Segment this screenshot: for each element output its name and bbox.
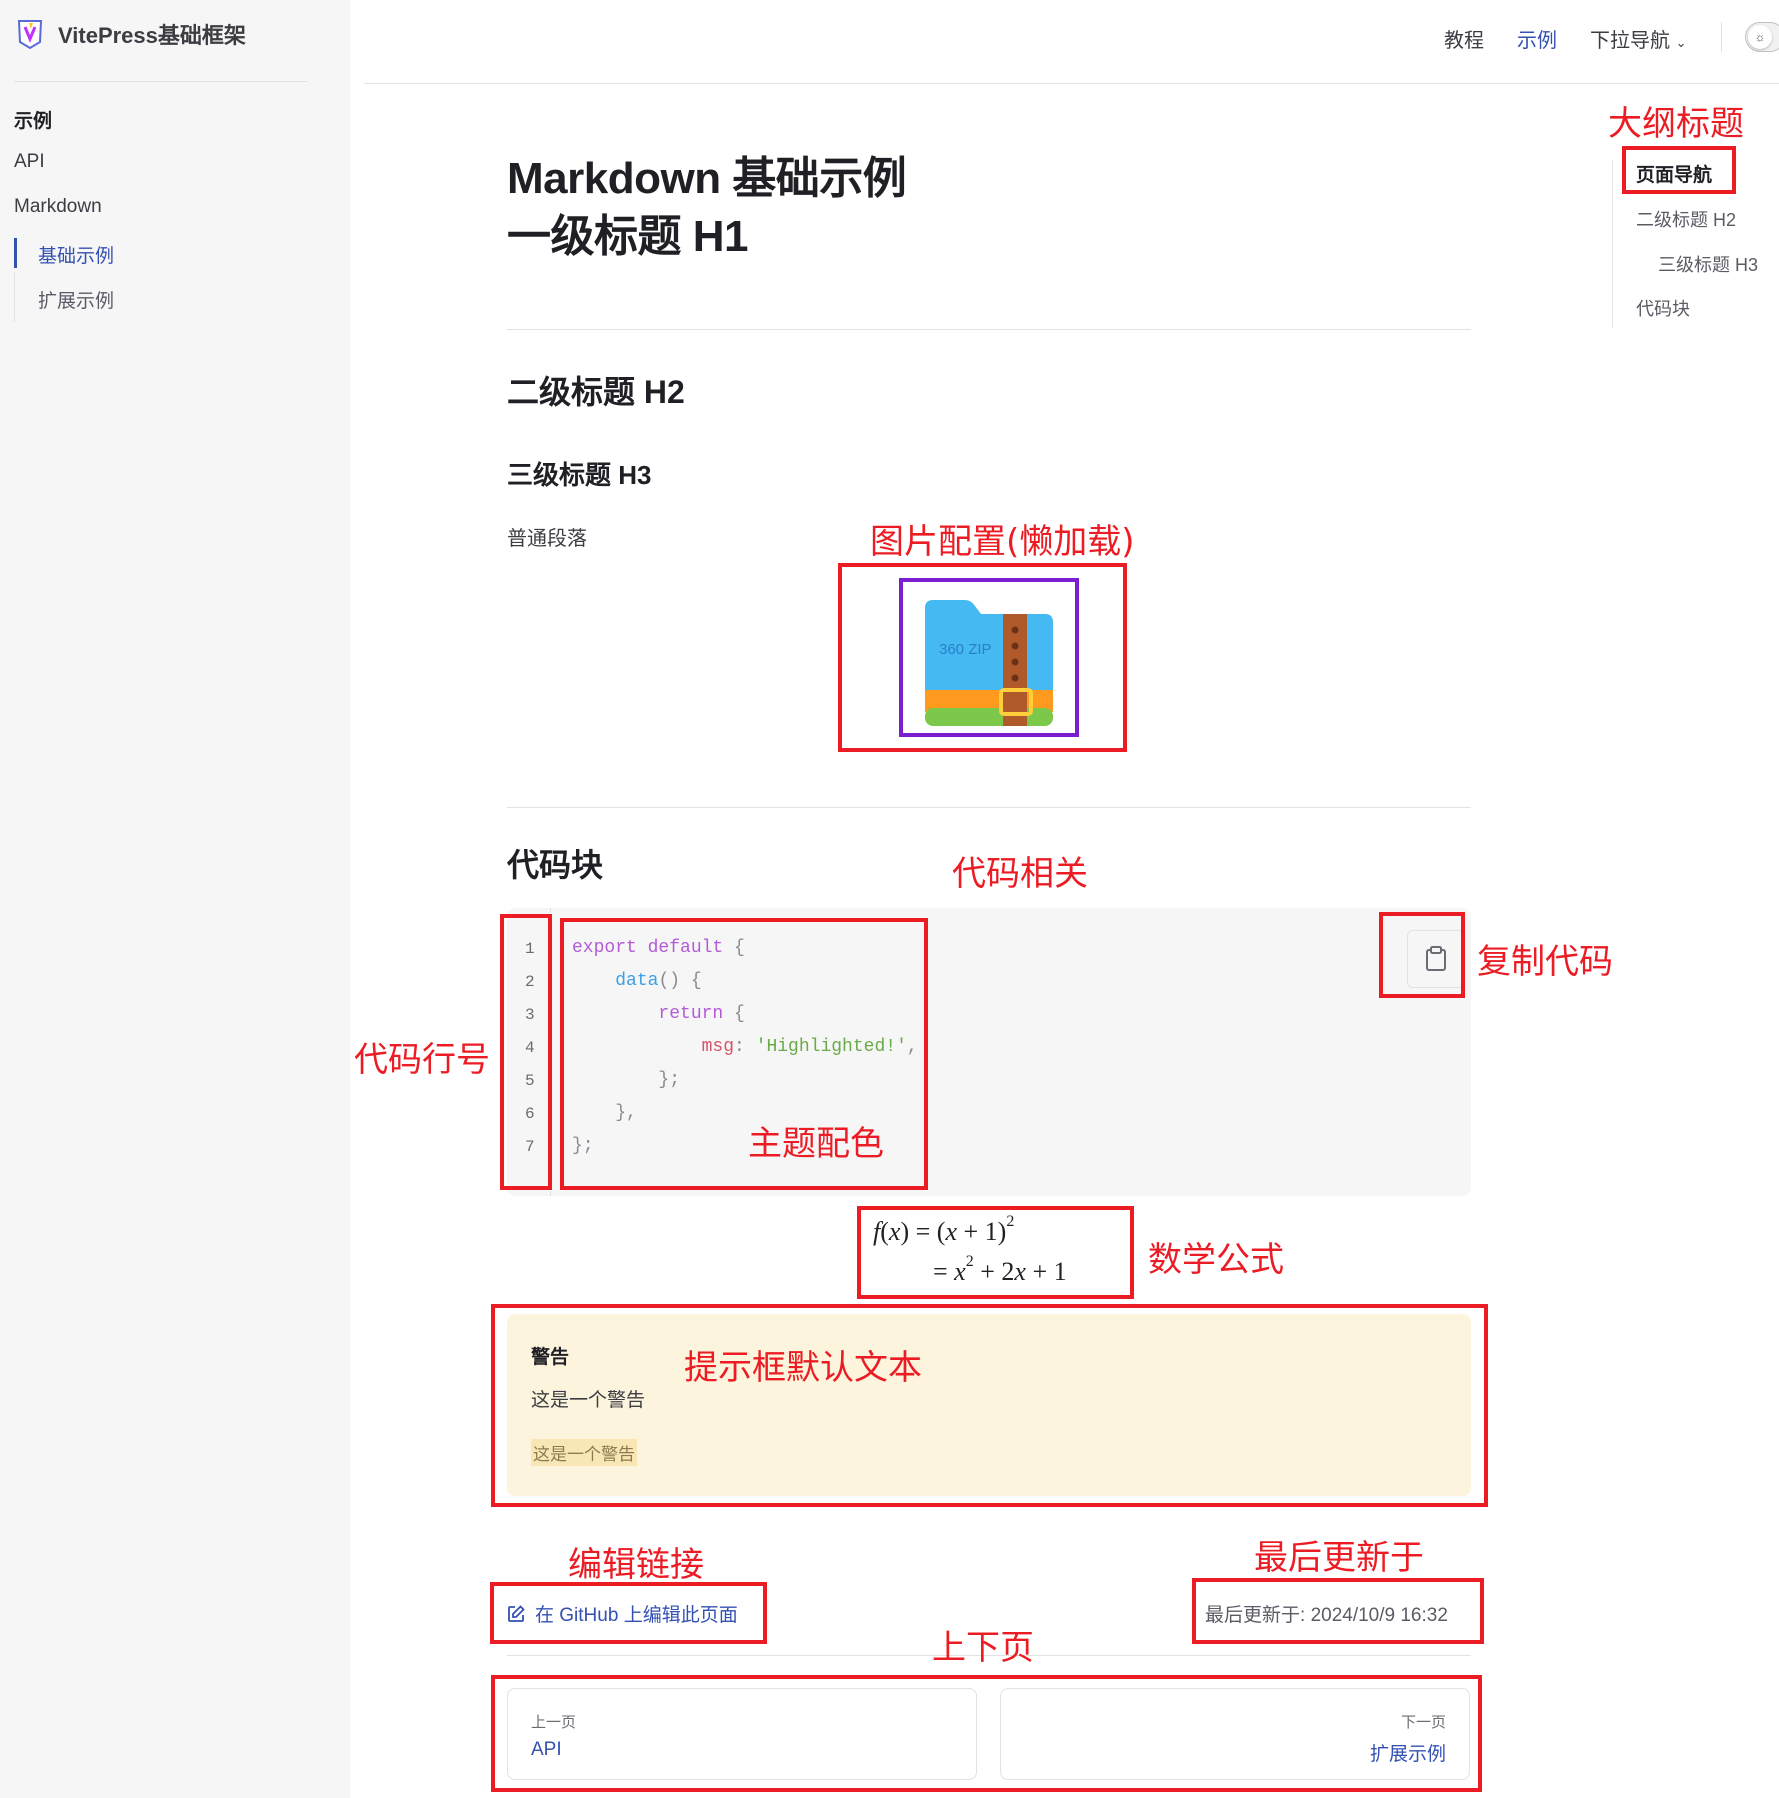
annotation-box-edit (490, 1582, 767, 1644)
annotation-math-formula: 数学公式 (1148, 1240, 1284, 1280)
nav-examples[interactable]: 示例 (1517, 24, 1557, 53)
annotation-box-image (838, 563, 1127, 752)
annotation-edit-link: 编辑链接 (568, 1545, 704, 1585)
heading-code-block: 代码块 (507, 847, 604, 883)
nav-tutorial[interactable]: 教程 (1444, 24, 1484, 53)
sidebar-group-markdown[interactable]: Markdown (14, 196, 102, 218)
sidebar: VitePress基础框架 示例 API Markdown 基础示例 扩展示例 (0, 0, 350, 1798)
sidebar-guide-line (14, 272, 15, 322)
paragraph: 普通段落 (507, 528, 587, 550)
theme-toggle[interactable]: ☼ (1745, 22, 1779, 52)
annotation-box-copy (1379, 912, 1465, 998)
sidebar-divider (14, 81, 307, 82)
annotation-box-warning (491, 1304, 1488, 1507)
outline-item-h3[interactable]: 三级标题 H3 (1658, 251, 1758, 277)
divider-h1 (507, 329, 1471, 330)
page-title-line2: 一级标题 H1 (507, 212, 748, 261)
annotation-prev-next: 上下页 (932, 1628, 1034, 1668)
nav-dropdown-label: 下拉导航 (1590, 30, 1670, 52)
heading-h2: 二级标题 H2 (507, 374, 685, 410)
annotation-outline-title: 大纲标题 (1608, 104, 1744, 144)
top-navbar: 教程 示例 下拉导航 ⌄ ☼ (364, 0, 1779, 84)
sidebar-item-api[interactable]: API (14, 151, 45, 173)
annotation-box-outline (1622, 146, 1736, 194)
nav-divider (1721, 22, 1722, 52)
heading-h3: 三级标题 H3 (507, 460, 652, 490)
page-title: Markdown 基础示例 一级标题 H1 (507, 150, 907, 266)
annotation-line-numbers: 代码行号 (354, 1040, 490, 1080)
brand[interactable]: VitePress基础框架 (16, 18, 246, 50)
outline-item-h2[interactable]: 二级标题 H2 (1636, 206, 1736, 232)
sidebar-item-basic-examples[interactable]: 基础示例 (38, 241, 114, 268)
page-title-line1: Markdown 基础示例 (507, 154, 907, 203)
annotation-alert-text: 提示框默认文本 (684, 1348, 922, 1388)
vitepress-logo-icon (17, 20, 43, 50)
annotation-theme-colors: 主题配色 (748, 1124, 884, 1164)
outline-rail (1612, 160, 1613, 328)
chevron-down-icon: ⌄ (1675, 35, 1687, 50)
annotation-last-updated: 最后更新于 (1254, 1538, 1424, 1578)
sidebar-active-indicator (14, 238, 17, 268)
nav-dropdown[interactable]: 下拉导航 ⌄ (1590, 24, 1686, 53)
outline-item-code[interactable]: 代码块 (1636, 295, 1690, 321)
sun-icon: ☼ (1748, 25, 1772, 49)
sidebar-item-extended-examples[interactable]: 扩展示例 (38, 286, 114, 313)
annotation-code-related: 代码相关 (952, 854, 1088, 894)
annotation-box-line-numbers (500, 914, 552, 1190)
annotation-box-last-updated (1192, 1578, 1484, 1644)
annotation-copy-code: 复制代码 (1477, 942, 1613, 982)
annotation-box-math (857, 1206, 1134, 1299)
sidebar-group-examples[interactable]: 示例 (14, 106, 52, 133)
annotation-image-config: 图片配置(懒加载) (870, 522, 1135, 562)
site-title: VitePress基础框架 (58, 23, 246, 48)
annotation-box-pager (491, 1675, 1482, 1792)
divider-code (507, 807, 1471, 808)
